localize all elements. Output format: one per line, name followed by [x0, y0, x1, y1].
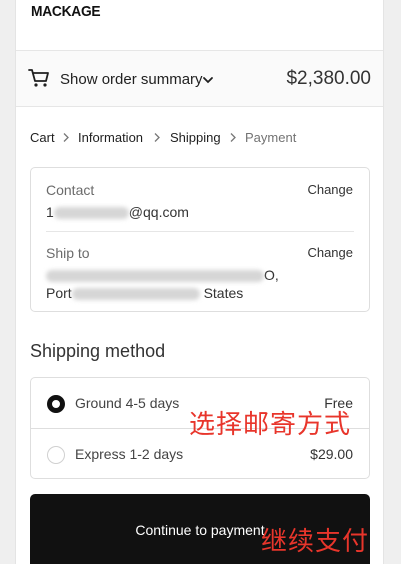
cart-icon — [28, 69, 49, 87]
redacted-mark — [53, 207, 129, 220]
order-total: $2,380.00 — [286, 68, 371, 89]
annotation-shipping-note: 选择邮寄方式 — [189, 410, 352, 440]
radio-selected[interactable] — [47, 395, 65, 413]
annotation-payment-note: 继续支付 — [261, 527, 370, 557]
breadcrumb-shipping: Shipping — [170, 130, 221, 145]
order-summary-bar[interactable]: Show order summary $2,380.00 — [16, 50, 383, 107]
ship-to-line2-start: Port — [46, 285, 72, 301]
ship-to-label: Ship to — [46, 245, 90, 261]
ship-to-address-line1: O, — [46, 266, 279, 284]
ship-to-line1-end: O, — [264, 267, 279, 283]
redacted-mark — [46, 270, 264, 283]
breadcrumb-information[interactable]: Information — [78, 130, 143, 145]
show-order-summary-toggle[interactable]: Show order summary — [60, 71, 203, 88]
radio-unselected[interactable] — [47, 446, 65, 464]
chevron-right-icon — [63, 133, 69, 142]
chevron-right-icon — [154, 133, 160, 142]
ship-to-line2-end: States — [203, 285, 244, 301]
checkout-page: MACKAGE Show order summary $2,380.00 Car… — [15, 0, 384, 564]
breadcrumb-payment: Payment — [245, 130, 297, 145]
shipping-option-label: Ground 4-5 days — [75, 395, 180, 411]
shipping-method-title: Shipping method — [30, 341, 166, 361]
review-block: Contact Change 1 @qq.com Ship to Change O… — [30, 167, 370, 312]
ship-to-address-line2: Port States — [46, 284, 243, 302]
change-contact-link[interactable]: Change — [307, 182, 353, 197]
chevron-down-icon[interactable] — [202, 75, 214, 85]
change-address-link[interactable]: Change — [307, 245, 353, 260]
shipping-option-label: Express 1-2 days — [75, 446, 184, 462]
divider — [46, 231, 354, 232]
redacted-mark — [71, 288, 200, 301]
shipping-option-price: $29.00 — [310, 446, 353, 462]
brand-logo[interactable]: MACKAGE — [31, 3, 101, 20]
chevron-right-icon — [230, 133, 236, 142]
contact-value-end: @qq.com — [128, 204, 189, 220]
contact-value-start: 1 — [46, 204, 54, 220]
breadcrumb-cart[interactable]: Cart — [30, 130, 55, 145]
contact-value: 1 @qq.com — [46, 203, 189, 221]
contact-label: Contact — [46, 182, 95, 198]
